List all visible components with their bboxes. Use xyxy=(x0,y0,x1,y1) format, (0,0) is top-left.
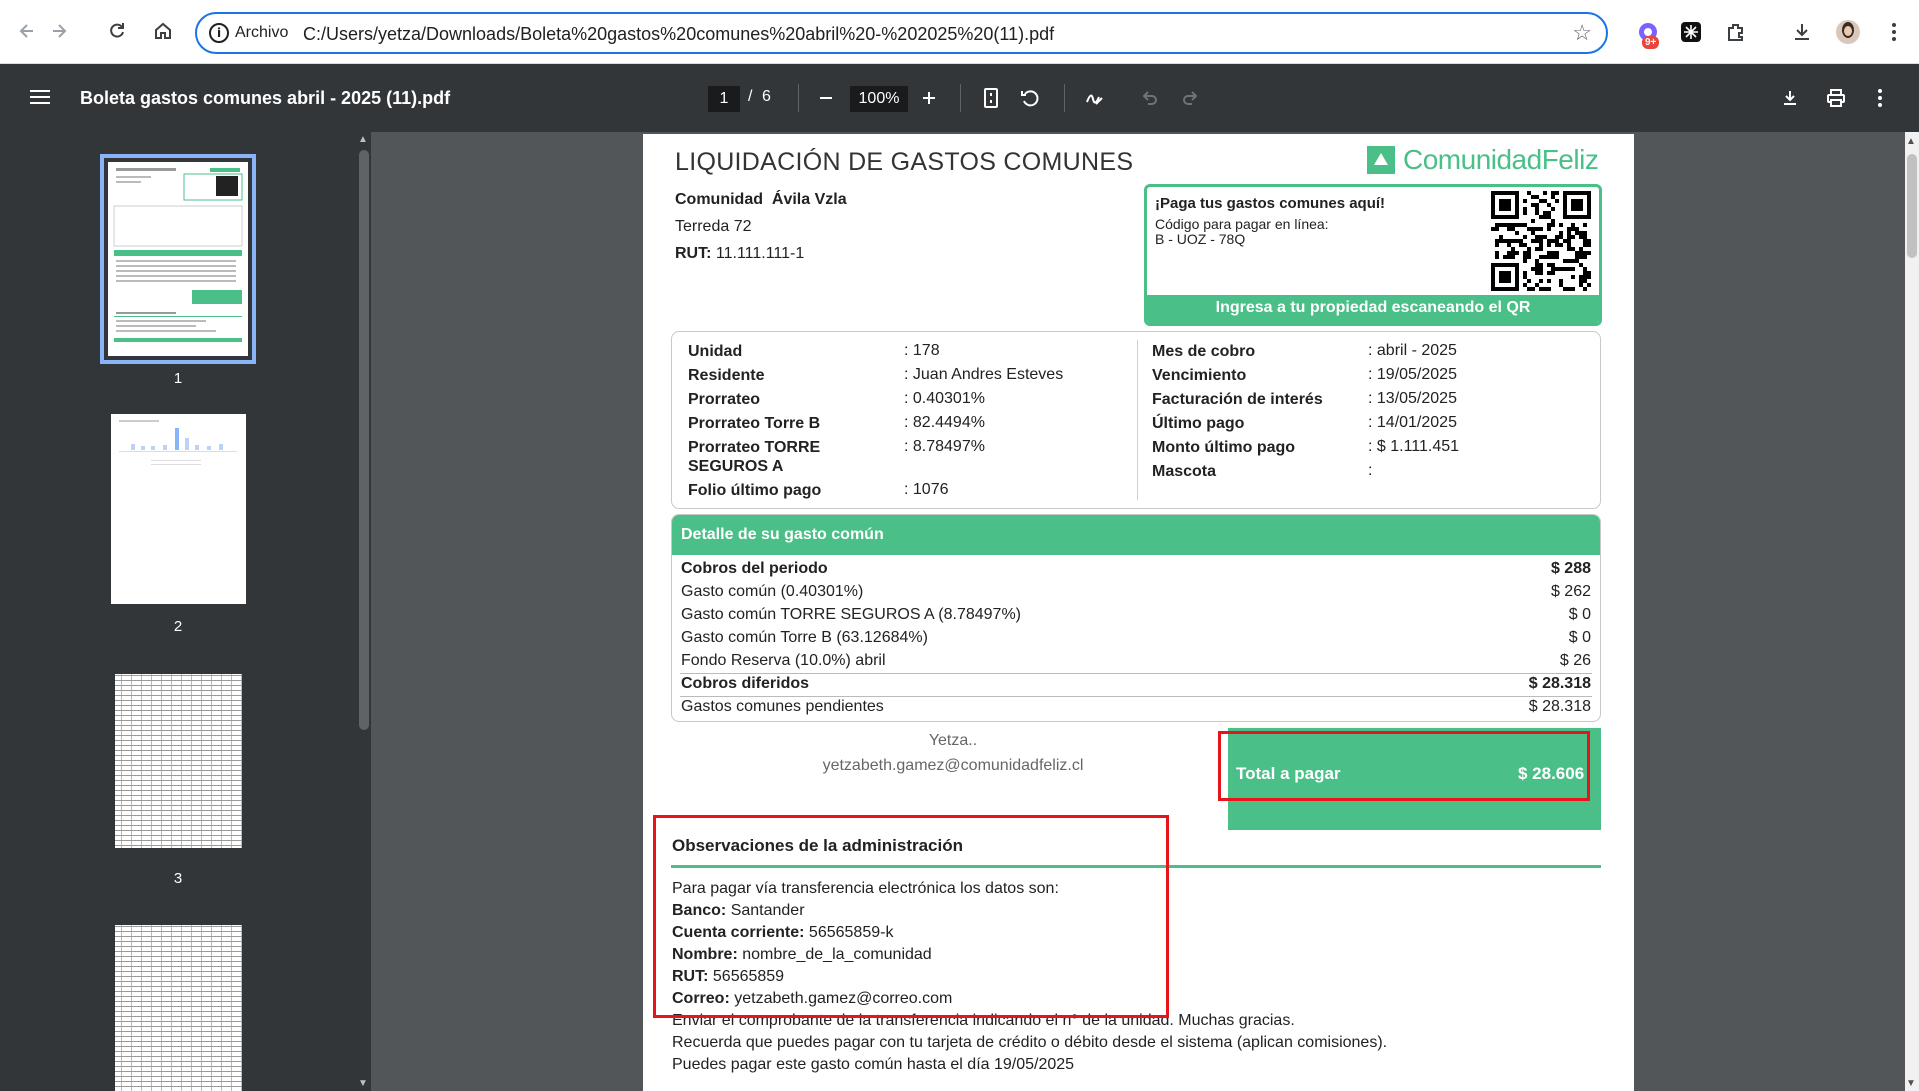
scroll-up-icon[interactable]: ▲ xyxy=(358,134,368,145)
home-icon[interactable] xyxy=(148,16,178,46)
forward-arrow-icon[interactable] xyxy=(44,16,74,46)
zoom-out-icon[interactable] xyxy=(812,84,840,112)
rut-value: 11.111.111-1 xyxy=(715,245,805,262)
payment-code-label: Código para pagar en línea: xyxy=(1155,216,1329,232)
scroll-up-icon[interactable]: ▲ xyxy=(1906,136,1916,147)
unit-info-box: Unidad : 178 Residente : Juan Andres Est… xyxy=(671,331,1601,509)
viewer-scrollbar-thumb[interactable] xyxy=(1907,154,1917,258)
thumbnail-sidebar: 1 2 3 xyxy=(0,132,357,1091)
qr-code-icon[interactable] xyxy=(1491,191,1591,291)
brand-house-icon xyxy=(1367,146,1395,174)
viewer-scrollbar[interactable] xyxy=(1905,132,1919,1091)
expense-detail-box: Detalle de su gasto común Cobros del per… xyxy=(671,514,1601,722)
zoom-input[interactable]: 100% xyxy=(850,86,908,112)
info-icon[interactable]: i xyxy=(209,23,229,43)
thumbnail-page-4[interactable] xyxy=(111,917,246,1091)
scheme-label: Archivo xyxy=(235,24,289,41)
sidebar-scrollbar-thumb[interactable] xyxy=(359,150,369,730)
info-divider xyxy=(1137,340,1138,500)
brand-logo: ComunidadFeliz xyxy=(1367,144,1599,176)
back-arrow-icon[interactable] xyxy=(12,16,42,46)
brand-name: ComunidadFeliz xyxy=(1403,144,1599,175)
address-bar[interactable]: i Archivo C:/Users/yetza/Downloads/Bolet… xyxy=(195,12,1608,54)
browser-toolbar: i Archivo C:/Users/yetza/Downloads/Bolet… xyxy=(0,0,1919,64)
detail-row: Cobros diferidos $ 28.318 xyxy=(681,675,1591,692)
signature-block: Yetza.. yetzabeth.gamez@comunidadfeliz.c… xyxy=(793,728,1113,778)
signature-email: yetzabeth.gamez@comunidadfeliz.cl xyxy=(822,757,1084,774)
community-name: Ávila Vzla xyxy=(771,191,847,208)
page-total: 6 xyxy=(762,88,771,105)
thumbnail-page-3[interactable] xyxy=(111,666,246,856)
toolbar-divider xyxy=(798,84,799,112)
avatar[interactable] xyxy=(1834,18,1862,46)
reload-icon[interactable] xyxy=(102,16,132,46)
qr-instruction: Ingresa a tu propiedad escaneando el QR xyxy=(1147,295,1599,323)
detail-heading: Detalle de su gasto común xyxy=(672,515,1600,555)
redo-icon[interactable] xyxy=(1176,84,1204,112)
print-icon[interactable] xyxy=(1822,84,1850,112)
scroll-down-icon[interactable]: ▼ xyxy=(358,1078,368,1089)
page-separator: / xyxy=(748,88,753,105)
community-info: Comunidad Ávila Vzla Terreda 72 RUT: 11.… xyxy=(675,186,847,267)
pdf-toolbar: Boleta gastos comunes abril - 2025 (11).… xyxy=(0,64,1919,132)
payment-heading: ¡Paga tus gastos comunes aquí! xyxy=(1155,195,1386,212)
thumbnail-page-1[interactable] xyxy=(100,154,256,364)
detail-row: Gastos comunes pendientes $ 28.318 xyxy=(681,698,1591,715)
menu-icon[interactable] xyxy=(28,86,52,110)
highlight-observations xyxy=(653,815,1169,1018)
star-icon[interactable]: ☆ xyxy=(1572,20,1592,46)
page-number-input[interactable]: 1 xyxy=(708,86,740,112)
undo-icon[interactable] xyxy=(1136,84,1164,112)
annotate-icon[interactable] xyxy=(1080,84,1108,112)
rut-label: RUT: xyxy=(675,245,712,262)
url-text[interactable]: C:/Users/yetza/Downloads/Boleta%20gastos… xyxy=(303,24,1054,45)
signature-name: Yetza.. xyxy=(928,732,978,749)
thumbnail-page-2[interactable] xyxy=(111,414,246,604)
thumbnail-label: 3 xyxy=(173,870,183,887)
observations-card: Recuerda que puedes pagar con tu tarjeta… xyxy=(672,1034,1388,1051)
payment-code-value: B - UOZ - 78Q xyxy=(1155,231,1246,247)
detail-row: Fondo Reserva (10.0%) abril $ 26 xyxy=(681,652,1591,669)
observations-deadline: Puedes pagar este gasto común hasta el d… xyxy=(672,1056,1075,1073)
detail-row: Cobros del periodo $ 288 xyxy=(681,560,1591,577)
community-address: Terreda 72 xyxy=(675,218,752,235)
document-title: Boleta gastos comunes abril - 2025 (11).… xyxy=(80,88,451,108)
document-heading: LIQUIDACIÓN DE GASTOS COMUNES xyxy=(675,148,1134,176)
scroll-down-icon[interactable]: ▼ xyxy=(1906,1078,1916,1089)
toolbar-divider xyxy=(1064,84,1065,112)
more-vert-icon[interactable] xyxy=(1866,84,1894,112)
thumbnail-label: 1 xyxy=(173,370,183,387)
community-label: Comunidad xyxy=(675,191,763,208)
detail-divider xyxy=(680,696,1592,697)
download-icon[interactable] xyxy=(1776,84,1804,112)
extension-star-icon[interactable] xyxy=(1677,18,1705,46)
zoom-in-icon[interactable] xyxy=(915,84,943,112)
detail-row: Gasto común Torre B (63.12684%) $ 0 xyxy=(681,629,1591,646)
detail-divider xyxy=(680,673,1592,674)
highlight-total-box xyxy=(1218,731,1590,801)
more-vert-icon[interactable] xyxy=(1880,18,1908,46)
extension-puzzle-icon[interactable] xyxy=(1722,18,1750,46)
toolbar-divider xyxy=(960,84,961,112)
extension-badge: 9+ xyxy=(1642,36,1660,49)
fit-page-icon[interactable] xyxy=(977,84,1005,112)
online-payment-box: ¡Paga tus gastos comunes aquí! Código pa… xyxy=(1144,184,1602,326)
rotate-icon[interactable] xyxy=(1016,84,1044,112)
detail-row: Gasto común TORRE SEGUROS A (8.78497%) $… xyxy=(681,606,1591,623)
thumbnail-label: 2 xyxy=(173,618,183,635)
download-icon[interactable] xyxy=(1788,18,1816,46)
detail-row: Gasto común (0.40301%) $ 262 xyxy=(681,583,1591,600)
